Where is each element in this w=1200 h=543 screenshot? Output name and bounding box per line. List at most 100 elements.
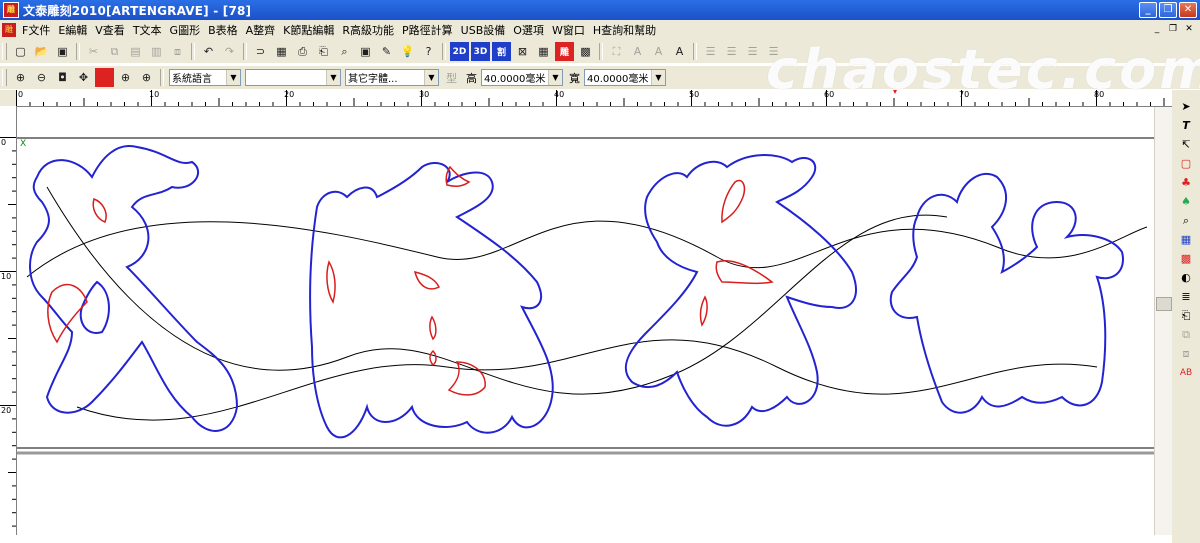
menu-file[interactable]: F文件: [18, 22, 54, 38]
glyph-mao: [29, 145, 239, 432]
horizontal-ruler[interactable]: 0 10 20 30 40 50 60 70 80: [16, 90, 1172, 107]
ruler-label: 30: [419, 90, 430, 99]
mode-engrave-button[interactable]: 雕: [555, 42, 574, 61]
doc-restore-button[interactable]: ❐: [1166, 23, 1180, 35]
vertical-text-button[interactable]: A: [670, 42, 689, 61]
menu-path-calc[interactable]: P路徑計算: [398, 22, 457, 38]
toolbar-grip[interactable]: [2, 43, 7, 60]
toolbar-grip[interactable]: [2, 69, 7, 86]
help-icon[interactable]: ?: [419, 42, 438, 61]
grid-mode-icon[interactable]: ▦: [534, 42, 553, 61]
layer-tool-icon[interactable]: ⧉: [1177, 326, 1195, 343]
ruler-label: 10: [149, 90, 160, 99]
preview-icon[interactable]: ▦: [272, 42, 291, 61]
merge-tool-icon[interactable]: ⧈: [1177, 345, 1195, 362]
vertical-ruler[interactable]: 0 10 20: [0, 106, 17, 535]
glyph-xing: [889, 172, 1124, 414]
print-icon[interactable]: ⎙: [293, 42, 312, 61]
menu-edit[interactable]: E編輯: [54, 22, 91, 38]
menu-align[interactable]: A整齊: [242, 22, 280, 38]
image-tool-icon[interactable]: ⛶: [607, 42, 626, 61]
print-preview-icon[interactable]: ⌕: [335, 42, 354, 61]
engraving-path: [26, 220, 1148, 278]
inner-cut-shapes: [47, 165, 774, 396]
list-tool-icon[interactable]: ≣: [1177, 288, 1195, 305]
menu-window[interactable]: W窗口: [548, 22, 589, 38]
menu-view[interactable]: V查看: [91, 22, 129, 38]
text-box-a-button[interactable]: A: [628, 42, 647, 61]
width-select[interactable]: 40.0000毫米 ▼: [584, 69, 666, 86]
ab-tool-icon[interactable]: AB: [1177, 364, 1195, 381]
open-file-icon[interactable]: 📂: [32, 42, 51, 61]
duplicate-icon[interactable]: ⧈: [168, 42, 187, 61]
menu-node-edit[interactable]: K節點編輯: [279, 22, 338, 38]
zoom-in-icon[interactable]: ⊕: [11, 68, 30, 87]
ruler-label: 20: [1, 406, 12, 415]
align-left-icon[interactable]: ☰: [701, 42, 720, 61]
color-tool-icon[interactable]: ♣: [1177, 174, 1195, 191]
new-file-icon[interactable]: ▢: [11, 42, 30, 61]
path-icon[interactable]: ⊃: [251, 42, 270, 61]
print-setup-icon[interactable]: ⎗: [314, 42, 333, 61]
doc-close-button[interactable]: ✕: [1182, 23, 1196, 35]
align-center-icon[interactable]: ☰: [722, 42, 741, 61]
ruler-label: 50: [689, 90, 700, 99]
text-tool-icon[interactable]: T: [1177, 117, 1195, 134]
frame-icon[interactable]: ▣: [356, 42, 375, 61]
cursor-marker-icon: [893, 90, 897, 94]
grid-tool-icon[interactable]: ▩: [1177, 250, 1195, 267]
ruler-label: 70: [959, 90, 970, 99]
drawing-canvas[interactable]: X: [17, 107, 1154, 535]
vertical-scrollbar[interactable]: [1154, 107, 1172, 535]
doc-minimize-button[interactable]: _: [1150, 23, 1164, 35]
cursor-mode-icon[interactable]: ⊠: [513, 42, 532, 61]
height-select[interactable]: 40.0000毫米 ▼: [481, 69, 563, 86]
eyedropper-icon[interactable]: ✎: [377, 42, 396, 61]
fill-tool-icon[interactable]: ♠: [1177, 193, 1195, 210]
import-tool-icon[interactable]: ⎗: [1177, 307, 1195, 324]
paint-tool-icon[interactable]: ◐: [1177, 269, 1195, 286]
document-icon[interactable]: 雕: [2, 23, 16, 37]
rectangle-tool-icon[interactable]: ▢: [1177, 155, 1195, 172]
scrollbar-thumb[interactable]: [1156, 297, 1172, 311]
undo-icon[interactable]: ↶: [199, 42, 218, 61]
menu-help[interactable]: H查詢和幫助: [589, 22, 660, 38]
font-select[interactable]: ▼: [245, 69, 341, 86]
mode-cut-button[interactable]: 割: [492, 42, 511, 61]
cut-icon[interactable]: ✂: [84, 42, 103, 61]
zoom-tool-icon[interactable]: ⌕: [1177, 212, 1195, 229]
fill-color-icon[interactable]: [95, 68, 114, 87]
minimize-button[interactable]: _: [1139, 2, 1157, 18]
zoom-window-icon[interactable]: ◘: [53, 68, 72, 87]
font-type-button[interactable]: 型: [442, 68, 461, 87]
mode-2d-button[interactable]: 2D: [450, 42, 469, 61]
menu-advanced[interactable]: R高級功能: [338, 22, 398, 38]
paste-icon[interactable]: ▤: [126, 42, 145, 61]
zoom-page-icon[interactable]: ⊕: [116, 68, 135, 87]
maximize-button[interactable]: ❐: [1159, 2, 1177, 18]
menu-table[interactable]: B表格: [204, 22, 242, 38]
zoom-all-icon[interactable]: ⊕: [137, 68, 156, 87]
align-right-icon[interactable]: ☰: [743, 42, 762, 61]
close-button[interactable]: ✕: [1179, 2, 1197, 18]
copy-icon[interactable]: ⧉: [105, 42, 124, 61]
table-tool-icon[interactable]: ▦: [1177, 231, 1195, 248]
palette-icon[interactable]: ▩: [576, 42, 595, 61]
menu-graphics[interactable]: G圖形: [166, 22, 205, 38]
light-icon[interactable]: 💡: [398, 42, 417, 61]
language-select[interactable]: 系統語言 ▼: [169, 69, 241, 86]
menu-options[interactable]: O選項: [509, 22, 548, 38]
ruler-corner: [0, 90, 16, 106]
select-arrow-icon[interactable]: ➤: [1177, 98, 1195, 115]
menu-usb[interactable]: USB設備: [457, 22, 510, 38]
redo-icon[interactable]: ↷: [220, 42, 239, 61]
font-family-select[interactable]: 其它字體... ▼: [345, 69, 439, 86]
zoom-out-icon[interactable]: ⊖: [32, 68, 51, 87]
pan-icon[interactable]: ✥: [74, 68, 93, 87]
paste-special-icon[interactable]: ▥: [147, 42, 166, 61]
mode-3d-button[interactable]: 3D: [471, 42, 490, 61]
italic-a-button[interactable]: A: [649, 42, 668, 61]
node-tool-icon[interactable]: ↸: [1177, 136, 1195, 153]
save-icon[interactable]: ▣: [53, 42, 72, 61]
menu-text[interactable]: T文本: [129, 22, 166, 38]
